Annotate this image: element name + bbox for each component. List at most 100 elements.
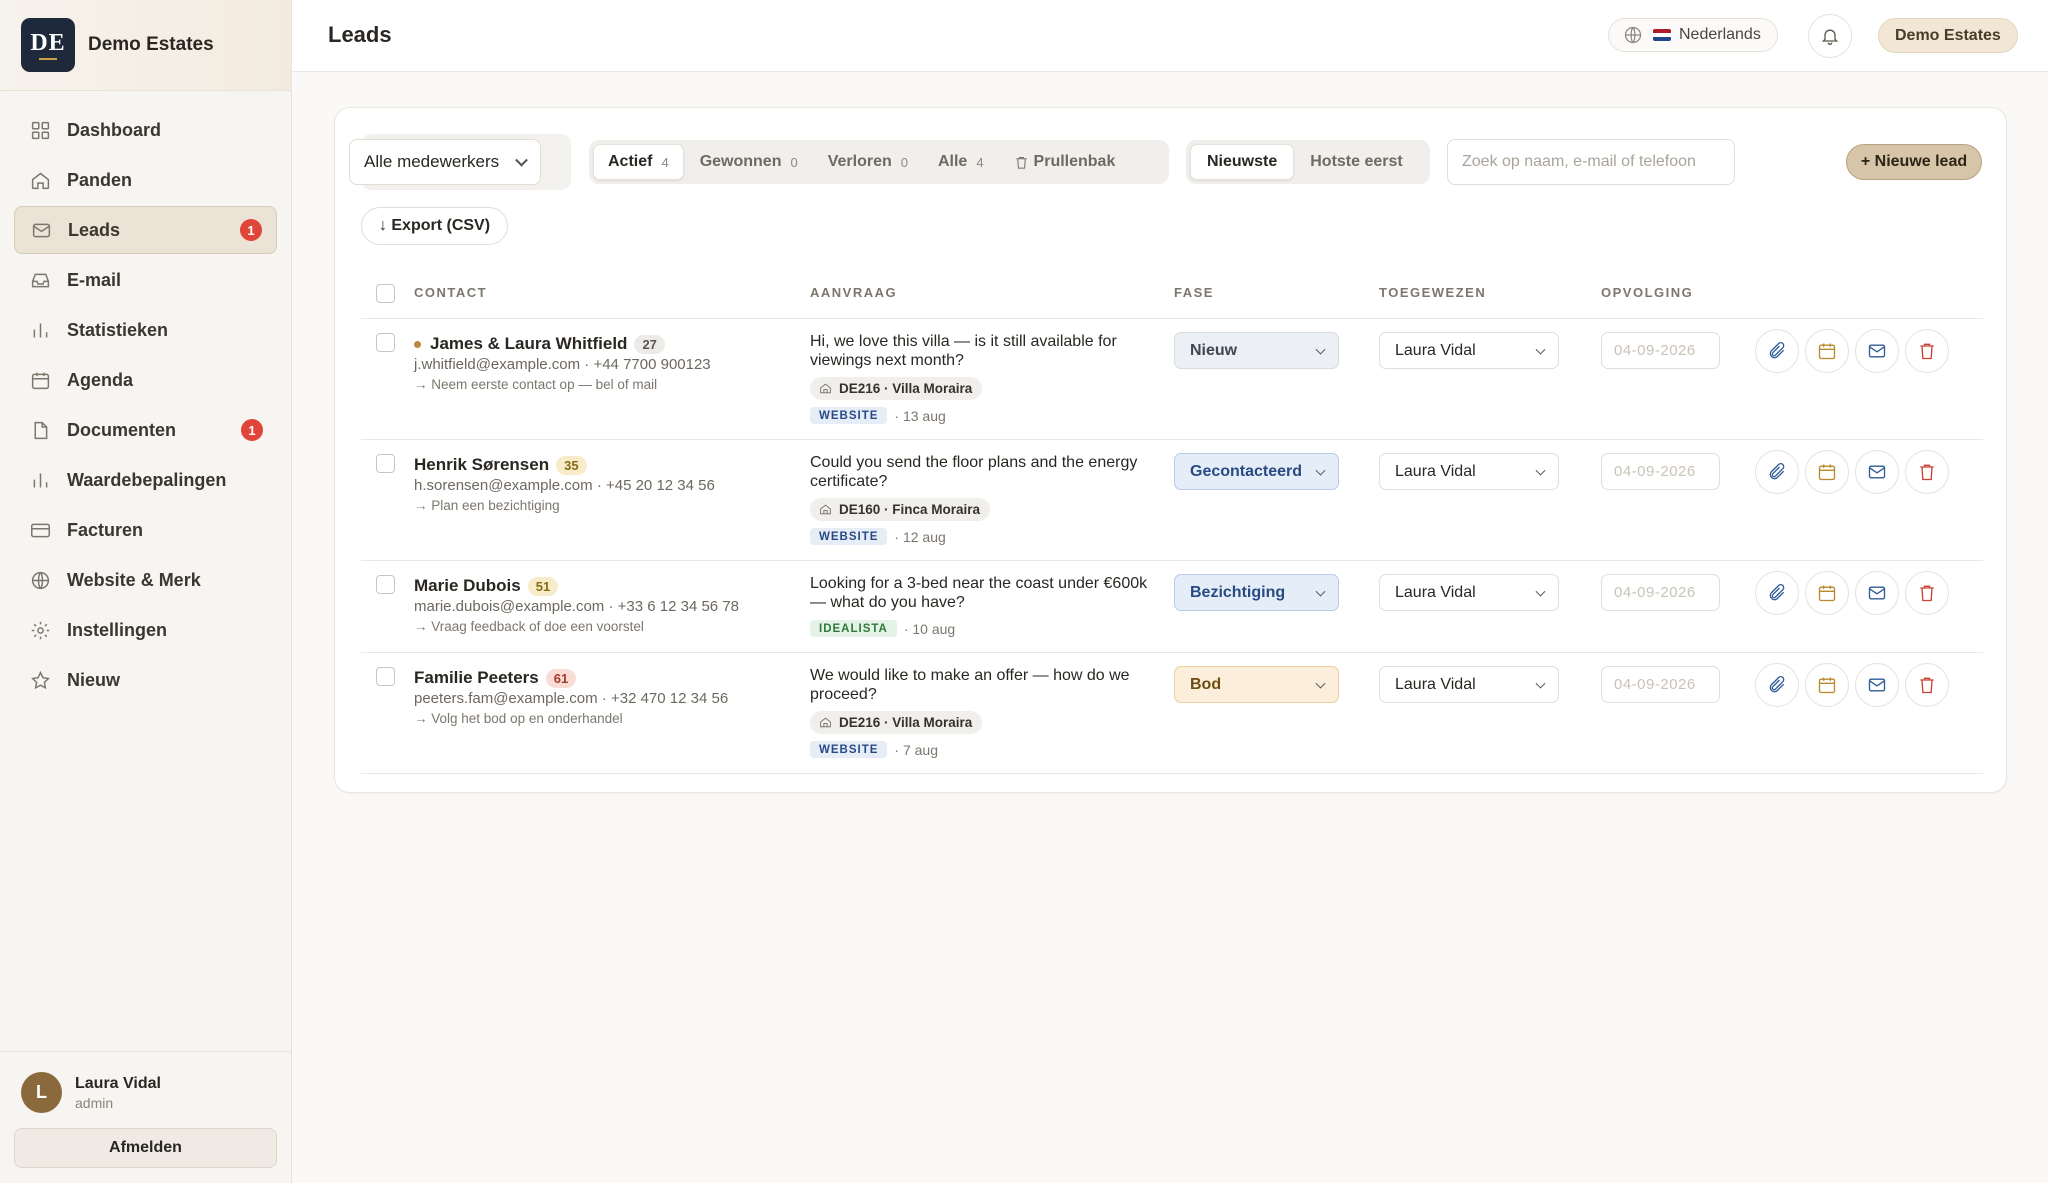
- sidebar-item-waardebepalingen[interactable]: Waardebepalingen: [14, 456, 277, 504]
- select-all-checkbox[interactable]: [376, 284, 395, 303]
- tab-alle[interactable]: Alle 4: [924, 144, 998, 180]
- export-csv-button[interactable]: ↓ Export (CSV): [361, 207, 508, 245]
- brand[interactable]: DE Demo Estates: [0, 0, 291, 91]
- logout-button[interactable]: Afmelden: [14, 1128, 277, 1168]
- schedule-button[interactable]: [1805, 450, 1849, 494]
- assignee-select[interactable]: Laura Vidal: [1379, 666, 1559, 703]
- phase-select[interactable]: Nieuw: [1174, 332, 1339, 369]
- sidebar-item-dashboard[interactable]: Dashboard: [14, 106, 277, 154]
- sort-hotste-eerst[interactable]: Hotste eerst: [1296, 144, 1416, 180]
- new-lead-button[interactable]: + Nieuwe lead: [1846, 144, 1982, 180]
- staff-filter-select[interactable]: Alle medewerkers: [349, 139, 541, 185]
- assignee-select[interactable]: Laura Vidal: [1379, 574, 1559, 611]
- sidebar-item-panden[interactable]: Panden: [14, 156, 277, 204]
- contact-name[interactable]: James & Laura Whitfield 27: [414, 334, 665, 354]
- chevron-down-icon: [1315, 344, 1326, 355]
- property-chip[interactable]: DE216 · Villa Moraira: [810, 711, 983, 734]
- schedule-button[interactable]: [1805, 663, 1849, 707]
- request-message: Hi, we love this villa — is it still ava…: [810, 333, 1117, 369]
- row-checkbox[interactable]: [376, 667, 395, 686]
- followup-date-input[interactable]: 04-09-2026: [1601, 574, 1720, 611]
- received-date: · 10 aug: [903, 620, 956, 637]
- sidebar-nav: Dashboard Panden Leads 1 E-mail Statisti…: [0, 91, 291, 704]
- contact-name[interactable]: Familie Peeters 61: [414, 668, 577, 688]
- attach-button[interactable]: [1755, 450, 1799, 494]
- sidebar-item-email[interactable]: E-mail: [14, 256, 277, 304]
- sidebar-item-nieuw[interactable]: Nieuw: [14, 656, 277, 704]
- mail-icon: [32, 223, 51, 237]
- contact-details: marie.dubois@example.com · +33 6 12 34 5…: [414, 598, 739, 615]
- column-contact: CONTACT: [414, 285, 488, 300]
- delete-button[interactable]: [1905, 571, 1949, 615]
- sidebar-item-instellingen[interactable]: Instellingen: [14, 606, 277, 654]
- email-button[interactable]: [1855, 663, 1899, 707]
- table-row[interactable]: Marie Dubois 51 marie.dubois@example.com…: [361, 561, 1983, 653]
- email-button[interactable]: [1855, 450, 1899, 494]
- phase-select[interactable]: Gecontacteerd: [1174, 453, 1339, 490]
- property-chip[interactable]: DE160 · Finca Moraira: [810, 498, 991, 521]
- contact-name[interactable]: Marie Dubois 51: [414, 576, 559, 596]
- delete-button[interactable]: [1905, 329, 1949, 373]
- sidebar-item-agenda[interactable]: Agenda: [14, 356, 277, 404]
- tab-count: 4: [661, 154, 669, 170]
- language-selector[interactable]: Nederlands: [1608, 18, 1778, 52]
- row-checkbox[interactable]: [376, 454, 395, 473]
- unread-dot: [414, 340, 421, 348]
- calendar-icon: [1818, 585, 1836, 602]
- assignee-select[interactable]: Laura Vidal: [1379, 453, 1559, 490]
- tab-label: Alle: [937, 153, 968, 170]
- sidebar-item-website-merk[interactable]: Website & Merk: [14, 556, 277, 604]
- trash-icon: [1920, 343, 1934, 360]
- column-phase: FASE: [1174, 285, 1214, 300]
- attach-button[interactable]: [1755, 571, 1799, 615]
- phase-select[interactable]: Bezichtiging: [1174, 574, 1339, 611]
- table-row[interactable]: Familie Peeters 61 peeters.fam@example.c…: [361, 653, 1983, 774]
- table-row[interactable]: James & Laura Whitfield 27 j.whitfield@e…: [361, 319, 1983, 440]
- calendar-icon: [31, 372, 50, 389]
- column-request: AANVRAAG: [810, 285, 898, 300]
- contact-name[interactable]: Henrik Sørensen 35: [414, 455, 587, 475]
- attach-button[interactable]: [1755, 329, 1799, 373]
- avatar: L: [21, 1072, 62, 1113]
- paperclip-icon: [1769, 341, 1785, 359]
- schedule-button[interactable]: [1805, 571, 1849, 615]
- home-icon: [31, 172, 50, 189]
- next-step-hint: → Volg het bod op en onderhandel: [414, 711, 623, 726]
- delete-button[interactable]: [1905, 450, 1949, 494]
- tab-prullenbak[interactable]: Prullenbak: [1000, 144, 1130, 180]
- property-chip[interactable]: DE216 · Villa Moraira: [810, 377, 983, 400]
- tab-gewonnen[interactable]: Gewonnen 0: [686, 144, 812, 180]
- sidebar-item-documenten[interactable]: Documenten 1: [14, 406, 277, 454]
- tab-verloren[interactable]: Verloren 0: [814, 144, 922, 180]
- sidebar-item-statistieken[interactable]: Statistieken: [14, 306, 277, 354]
- row-checkbox[interactable]: [376, 575, 395, 594]
- email-button[interactable]: [1855, 571, 1899, 615]
- row-checkbox[interactable]: [376, 333, 395, 352]
- sidebar-item-leads[interactable]: Leads 1: [14, 206, 277, 254]
- followup-date-input[interactable]: 04-09-2026: [1601, 332, 1720, 369]
- home-icon: [820, 504, 831, 515]
- table-header: CONTACT AANVRAAG FASE TOEGEWEZEN OPVOLGI…: [361, 263, 1983, 319]
- grid-icon: [31, 121, 50, 139]
- tab-actief[interactable]: Actief 4: [593, 144, 684, 180]
- tab-label: Verloren: [827, 153, 892, 170]
- sidebar-item-label: Documenten: [67, 419, 177, 440]
- table-row[interactable]: Henrik Sørensen 35 h.sorensen@example.co…: [361, 440, 1983, 561]
- search-input[interactable]: [1447, 139, 1735, 185]
- sidebar-item-facturen[interactable]: Facturen: [14, 506, 277, 554]
- followup-date-input[interactable]: 04-09-2026: [1601, 453, 1720, 490]
- source-badge: WEBSITE: [810, 528, 888, 545]
- trash-icon: [1920, 585, 1934, 602]
- followup-date-input[interactable]: 04-09-2026: [1601, 666, 1720, 703]
- assignee-select[interactable]: Laura Vidal: [1379, 332, 1559, 369]
- attach-button[interactable]: [1755, 663, 1799, 707]
- schedule-button[interactable]: [1805, 329, 1849, 373]
- notifications-button[interactable]: [1808, 14, 1852, 58]
- property-label: DE216 · Villa Moraira: [839, 381, 973, 396]
- delete-button[interactable]: [1905, 663, 1949, 707]
- sort-nieuwste[interactable]: Nieuwste: [1190, 144, 1295, 180]
- source-line: IDEALISTA · 10 aug: [810, 620, 955, 637]
- phase-select[interactable]: Bod: [1174, 666, 1339, 703]
- organization-button[interactable]: Demo Estates: [1878, 18, 2018, 53]
- email-button[interactable]: [1855, 329, 1899, 373]
